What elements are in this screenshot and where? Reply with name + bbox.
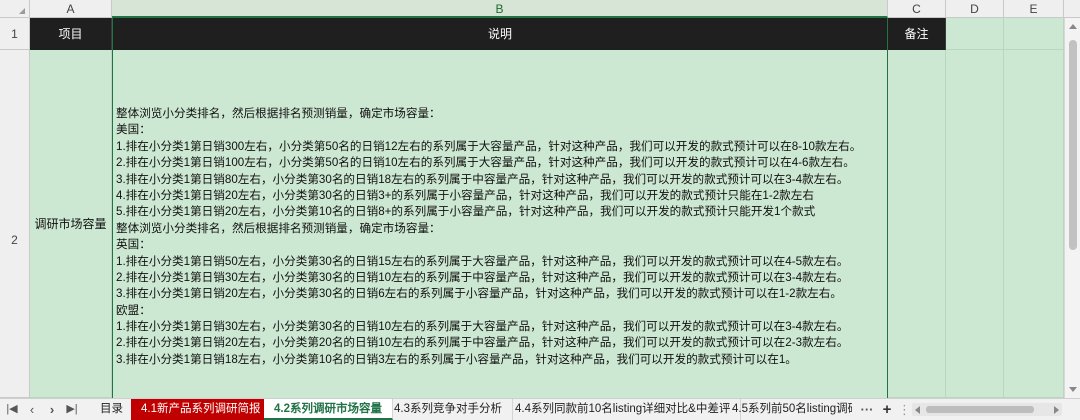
description-line: 2.排在小分类1第日销30左右，小分类第30名的日销10左右的系列属于中容量产品… xyxy=(116,270,849,284)
horizontal-scrollbar[interactable] xyxy=(912,403,1062,416)
column-header-a[interactable]: A xyxy=(30,0,112,18)
description-line: 整体浏览小分类排名，然后根据排名预测销量，确定市场容量： xyxy=(116,107,441,120)
column-header-d[interactable]: D xyxy=(946,0,1004,18)
vertical-scroll-thumb[interactable] xyxy=(1069,40,1077,250)
cell-b2-text-block: 整体浏览小分类排名，然后根据排名预测销量，确定市场容量： 美国： 1.排在小分类… xyxy=(116,106,887,368)
description-line: 英国： xyxy=(116,238,151,252)
sheet-tab-4-4[interactable]: 4.4系列同款前10名listing详细对比&中差评 xyxy=(505,399,742,420)
cell-e2[interactable] xyxy=(1004,50,1064,398)
last-sheet-icon[interactable]: ▶| xyxy=(62,399,82,420)
sheet-tab-catalog[interactable]: 目录 xyxy=(90,399,134,420)
description-line: 整体浏览小分类排名，然后根据排名预测销量，确定市场容量： xyxy=(116,221,441,235)
prev-sheet-icon[interactable]: ‹ xyxy=(22,399,42,420)
scroll-up-arrow-icon[interactable] xyxy=(1069,24,1077,29)
cell-d2[interactable] xyxy=(946,50,1004,398)
tab-split-handle-icon[interactable]: ⋮ xyxy=(898,399,911,420)
select-all-triangle-icon xyxy=(19,8,25,14)
add-sheet-button[interactable]: + xyxy=(878,399,896,420)
cell-a2-text: 调研市场容量 xyxy=(34,217,107,231)
column-header-bar: A B C D E xyxy=(0,0,1080,18)
description-line: 1.排在小分类1第日销50左右，小分类第30名的日销15左右的系列属于大容量产品… xyxy=(116,254,849,268)
cell-c2-notes[interactable] xyxy=(888,50,946,398)
description-line: 2.排在小分类1第日销100左右，小分类第50名的日销10左右的系列属于大容量产… xyxy=(116,156,855,170)
vertical-scrollbar[interactable] xyxy=(1064,18,1080,398)
sheet-tab-bar: |◀ ‹ › ▶| 目录 4.1新产品系列调研简报 4.2系列调研市场容量 4.… xyxy=(0,398,1080,420)
description-line: 欧盟： xyxy=(116,303,151,317)
row-header-2[interactable]: 2 xyxy=(0,50,30,398)
cell-b2-description[interactable]: 整体浏览小分类排名，然后根据排名预测销量，确定市场容量： 美国： 1.排在小分类… xyxy=(112,50,888,398)
description-line: 3.排在小分类1第日销80左右，小分类第30名的日销18左右的系列属于中容量产品… xyxy=(116,172,849,186)
scroll-left-arrow-icon[interactable] xyxy=(915,406,920,414)
cell-d1[interactable] xyxy=(946,18,1004,50)
sheet-tab-4-1[interactable]: 4.1新产品系列调研简报 xyxy=(131,399,272,420)
sheet-tab-4-2[interactable]: 4.2系列调研市场容量 xyxy=(264,399,393,420)
scroll-down-arrow-icon[interactable] xyxy=(1069,387,1077,392)
row-header-1[interactable]: 1 xyxy=(0,18,30,50)
next-sheet-icon[interactable]: › xyxy=(42,399,62,420)
column-header-e[interactable]: E xyxy=(1004,0,1064,18)
cell-c1-header-notes[interactable]: 备注 xyxy=(888,18,946,50)
sheet-tab-4-3[interactable]: 4.3系列竞争对手分析 xyxy=(384,399,513,420)
more-sheets-button[interactable]: ··· xyxy=(856,399,878,420)
cell-a1-header-item[interactable]: 项目 xyxy=(30,18,112,50)
select-all-corner[interactable] xyxy=(0,0,30,18)
description-line: 5.排在小分类1第日销20左右，小分类第10名的日销8+的系列属于小容量产品，针… xyxy=(116,205,816,219)
cell-a2-item[interactable]: 调研市场容量 xyxy=(30,50,112,398)
column-header-c[interactable]: C xyxy=(888,0,946,18)
description-line: 1.排在小分类1第日销300左右，小分类第50名的日销12左右的系列属于大容量产… xyxy=(116,139,862,153)
first-sheet-icon[interactable]: |◀ xyxy=(2,399,22,420)
cell-e1[interactable] xyxy=(1004,18,1064,50)
sheet-tab-4-5[interactable]: 4.5系列前50名listing调研 xyxy=(722,399,852,420)
horizontal-scroll-thumb[interactable] xyxy=(926,406,1034,413)
description-line: 美国： xyxy=(116,123,151,137)
description-line: 4.排在小分类1第日销20左右，小分类第30名的日销3+的系列属于小容量产品，针… xyxy=(116,188,814,202)
cell-b1-header-description[interactable]: 说明 xyxy=(112,18,888,50)
description-line: 2.排在小分类1第日销20左右，小分类第20名的日销10左右的系列属于中容量产品… xyxy=(116,336,849,350)
column-header-b[interactable]: B xyxy=(112,0,888,18)
description-line: 3.排在小分类1第日销18左右，小分类第10名的日销3左右的系列属于小容量产品，… xyxy=(116,352,797,366)
scroll-right-arrow-icon[interactable] xyxy=(1054,406,1059,414)
description-line: 3.排在小分类1第日销20左右，小分类第30名的日销6左右的系列属于小容量产品，… xyxy=(116,287,842,301)
description-line: 1.排在小分类1第日销30左右，小分类第30名的日销10左右的系列属于大容量产品… xyxy=(116,320,849,334)
